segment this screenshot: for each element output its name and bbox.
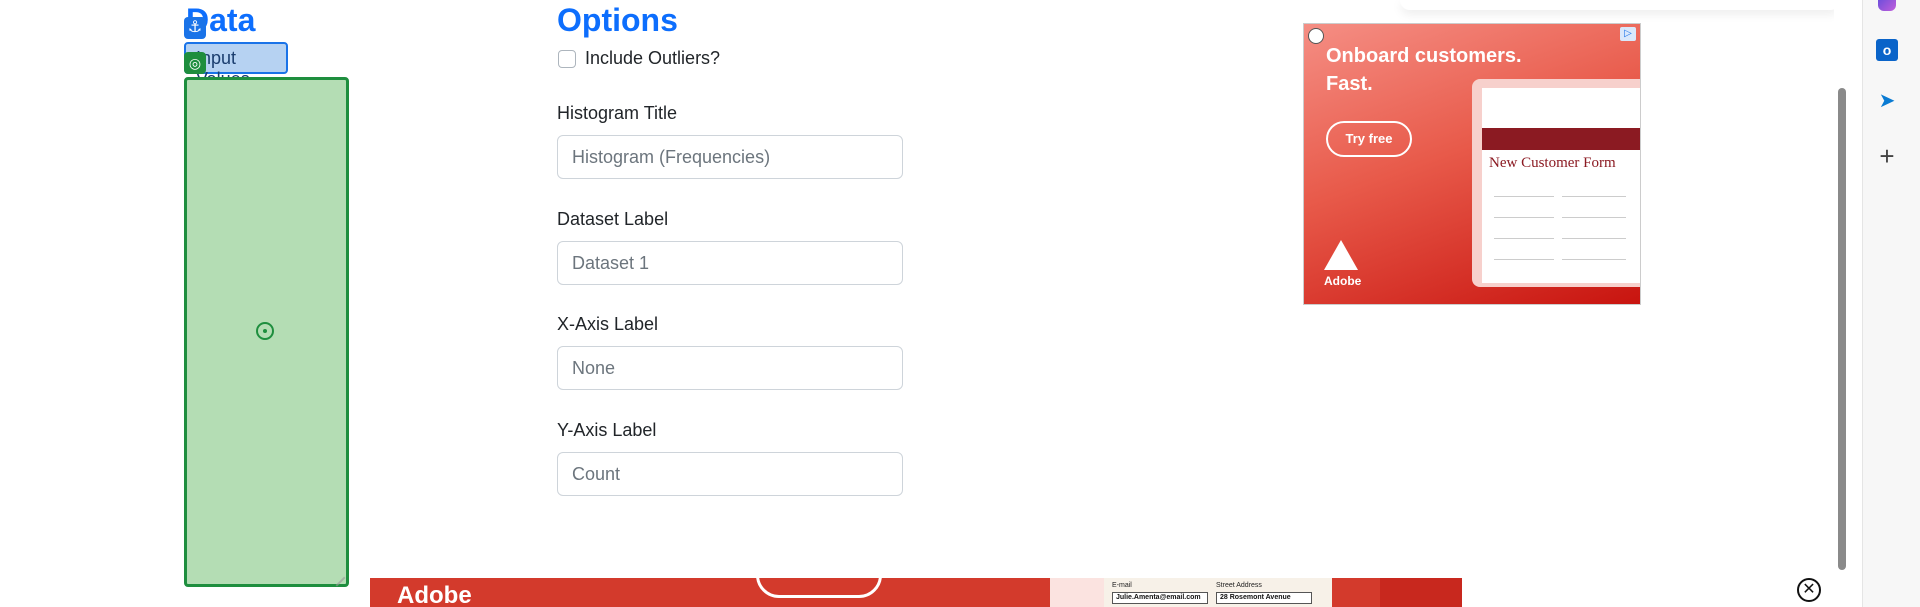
close-ad-icon[interactable]: ✕: [1797, 578, 1821, 602]
histogram-title-label: Histogram Title: [557, 103, 678, 123]
ad-form-title: New Customer Form: [1489, 155, 1616, 171]
include-outliers-checkbox[interactable]: [558, 50, 576, 68]
crosshair-icon: [256, 322, 274, 340]
dataset-label-label: Dataset Label: [557, 209, 669, 229]
ad-email-value: Julie.Amenta@email.com: [1112, 592, 1208, 604]
histogram-title-input[interactable]: [557, 135, 903, 179]
y-axis-label-input[interactable]: [557, 452, 903, 496]
ad-try-free-button[interactable]: Try free: [1326, 121, 1412, 157]
ad-form-line: [1562, 238, 1626, 239]
ad-form-line: [1494, 259, 1554, 260]
ad-bottom-edge: [1380, 578, 1462, 607]
ad-form-line: [1562, 196, 1626, 197]
y-axis-label-label: Y-Axis Label: [557, 420, 657, 440]
ad-choices-icon[interactable]: ▷: [1620, 27, 1636, 41]
ad-street-value: 28 Rosemont Avenue: [1216, 592, 1312, 604]
target-tag-icon[interactable]: ◎: [184, 52, 206, 74]
advertisement-bottom[interactable]: Adobe E-mail Julie.Amenta@email.com Stre…: [370, 578, 1462, 607]
ad-shield-icon: [1308, 28, 1324, 44]
x-axis-label-input[interactable]: [557, 346, 903, 390]
ad-banner-strip: [1482, 128, 1640, 150]
ad-street-label: Street Address: [1216, 582, 1262, 589]
ad-form-line: [1494, 238, 1554, 239]
send-icon[interactable]: ➤: [1872, 86, 1902, 116]
options-heading: Options: [557, 2, 678, 38]
ad-form-line: [1494, 217, 1554, 218]
ad-form-line: [1562, 259, 1626, 260]
anchor-icon[interactable]: ⚓: [184, 17, 206, 39]
ad-bottom-button[interactable]: [756, 578, 882, 598]
window-shadow: [1400, 0, 1840, 10]
x-axis-label-label: X-Axis Label: [557, 314, 659, 334]
copilot-icon[interactable]: [1872, 0, 1902, 22]
ad-bottom-brand: Adobe: [397, 582, 472, 607]
ad-form-line: [1562, 217, 1626, 218]
ad-email-label: E-mail: [1112, 582, 1132, 589]
add-icon[interactable]: +: [1872, 141, 1902, 171]
advertisement-top[interactable]: ▷ Onboard customers. Fast. Try free New …: [1303, 23, 1641, 305]
page-scrollbar-thumb[interactable]: [1838, 88, 1846, 570]
ad-bottom-form: E-mail Julie.Amenta@email.com Street Add…: [1104, 578, 1332, 607]
include-outliers-label: Include Outliers?: [585, 48, 721, 68]
adobe-logo-icon: [1324, 240, 1358, 270]
ad-form-line: [1494, 196, 1554, 197]
outlook-icon[interactable]: [1872, 36, 1902, 66]
ad-brand: Adobe: [1324, 274, 1362, 288]
dataset-label-input[interactable]: [557, 241, 903, 285]
ad-screen-image: [1482, 88, 1640, 283]
